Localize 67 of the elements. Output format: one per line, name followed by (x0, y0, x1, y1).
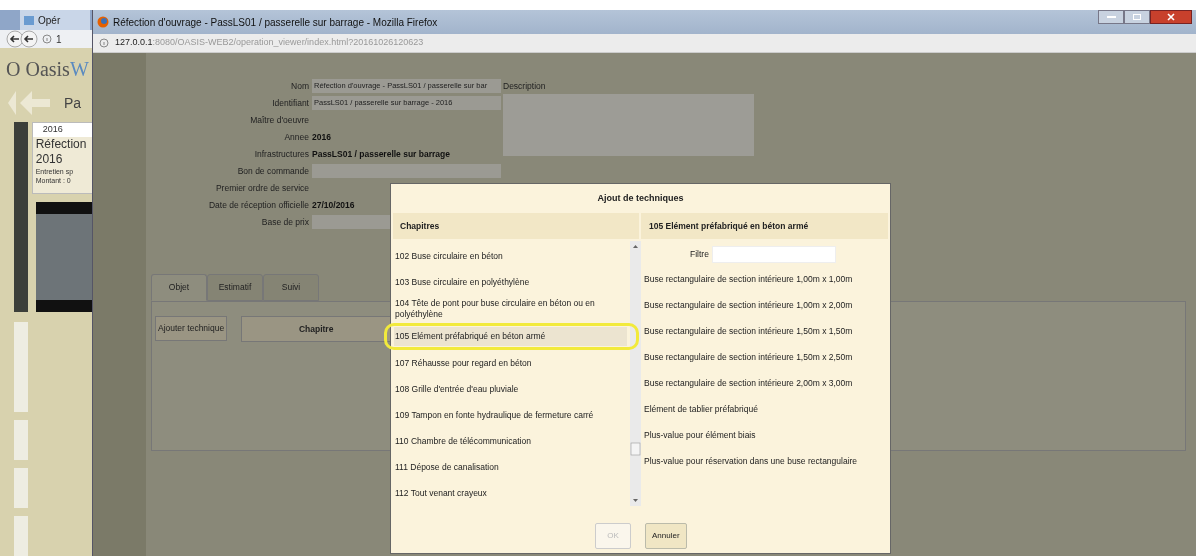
column-header: Chapitres (393, 213, 639, 239)
technique-item[interactable]: Buse rectangulaire de section intérieure 1,50m x 2,50m (644, 344, 890, 370)
close-icon (1167, 13, 1175, 21)
dialog-button[interactable]: Annuler (645, 523, 687, 549)
filter-label: Filtre (690, 247, 709, 261)
logo-text: O Oasis (6, 57, 70, 82)
card-background (14, 516, 28, 556)
field-label: Nom (290, 79, 309, 93)
filter-field[interactable] (711, 245, 836, 263)
technique-item[interactable]: Plus-value pour élément biais (644, 422, 890, 448)
chapter-item[interactable]: 109 Tampon en fonte hydraulique de fermeture carré (394, 402, 627, 428)
field-label: Date de réception officielle (207, 198, 309, 212)
technique-item[interactable]: Plus-value pour réservation dans une buse rectangulaire (644, 448, 890, 474)
minimize-button[interactable] (1098, 10, 1124, 24)
chapter-item[interactable]: 102 Buse circulaire en béton (394, 243, 627, 269)
field-value: PassLS01 / passerelle sur barrage (312, 147, 450, 161)
field-value: 27/10/2016 (312, 198, 355, 212)
close-button[interactable] (1150, 10, 1192, 24)
chapter-item[interactable]: 103 Buse circulaire en polyéthylène (394, 269, 627, 295)
card-background (14, 420, 28, 460)
field-label: Infrastructures (253, 147, 309, 161)
chapter-item[interactable]: 105 Elément préfabriqué en béton armé (394, 327, 627, 346)
page-icon (24, 15, 34, 25)
logo-suffix: W (69, 57, 89, 82)
technique-item[interactable]: Buse rectangulaire de section intérieure 1,00m x 2,00m (644, 292, 890, 318)
column-header: 105 Elément préfabriqué en béton armé (641, 213, 888, 239)
chapter-item[interactable]: 104 Tête de pont pour buse circulaire en béton ou en polyéthylène (394, 295, 627, 323)
chapter-item[interactable]: 112 Tout venant crayeux (394, 480, 627, 506)
info-icon (42, 34, 52, 44)
address-bar[interactable]: 127.0.0.1:8080/OASIS-WEB2/operation_viewer/index.html?20161026120623 (93, 34, 1196, 53)
input-field[interactable] (312, 164, 501, 178)
browser-logo-icon (97, 16, 109, 28)
dialog-title: Ajout de techniques (596, 191, 685, 205)
field-label: Premier ordre de service (214, 181, 309, 195)
field-label: Identifiant (271, 96, 309, 110)
chapter-item[interactable]: 108 Grille d'entrée d'eau pluviale (394, 376, 627, 402)
back-icon[interactable] (6, 30, 38, 48)
technique-item[interactable]: Buse rectangulaire de section intérieure 1,50m x 1,50m (644, 318, 890, 344)
field-label: Base de prix (260, 215, 309, 229)
field-label: Maître d'oeuvre (249, 113, 309, 127)
technique-item[interactable]: Buse rectangulaire de section intérieure 2,00m x 3,00m (644, 370, 890, 396)
technique-item[interactable]: Buse rectangulaire de section intérieure 1,00m x 1,00m (644, 266, 890, 292)
card-background (14, 468, 28, 508)
maximize-button[interactable] (1124, 10, 1150, 24)
column-header: Chapitre (241, 316, 392, 342)
tab[interactable]: Estimatif (207, 274, 263, 301)
info-icon (99, 38, 109, 48)
technique-item[interactable]: Elément de tablier préfabriqué (644, 396, 890, 422)
chapter-item[interactable]: 107 Réhausse pour regard en béton (394, 350, 627, 376)
add-technique-button[interactable]: Ajouter technique (155, 316, 228, 341)
field-value: 2016 (312, 130, 331, 144)
tab[interactable]: Objet (151, 274, 207, 301)
card-title: Réfection (34, 136, 88, 152)
browser-tab[interactable]: Opér (20, 10, 90, 30)
url-text: 1 (56, 32, 62, 47)
nav-text: Pa (64, 93, 82, 113)
description-field[interactable] (503, 94, 754, 156)
window-title: Réfection d'ouvrage - PassLS01 / passerelle sur barrage - Mozilla Firefox (113, 15, 438, 30)
field-label: Bon de commande (236, 164, 309, 178)
chapter-item[interactable]: 111 Dépose de canalisation (394, 454, 627, 480)
url-text: 127.0.0.1:8080/OASIS-WEB2/operation_viewer/index.html?20161026120623 (115, 36, 424, 50)
scrollbar[interactable] (630, 241, 641, 506)
field-label: Description (503, 80, 547, 93)
field-label: Annee (283, 130, 309, 144)
card-title: 2016 (34, 151, 64, 167)
chapter-item[interactable]: 110 Chambre de télécommunication (394, 428, 627, 454)
tab[interactable]: Suivi (263, 274, 319, 301)
